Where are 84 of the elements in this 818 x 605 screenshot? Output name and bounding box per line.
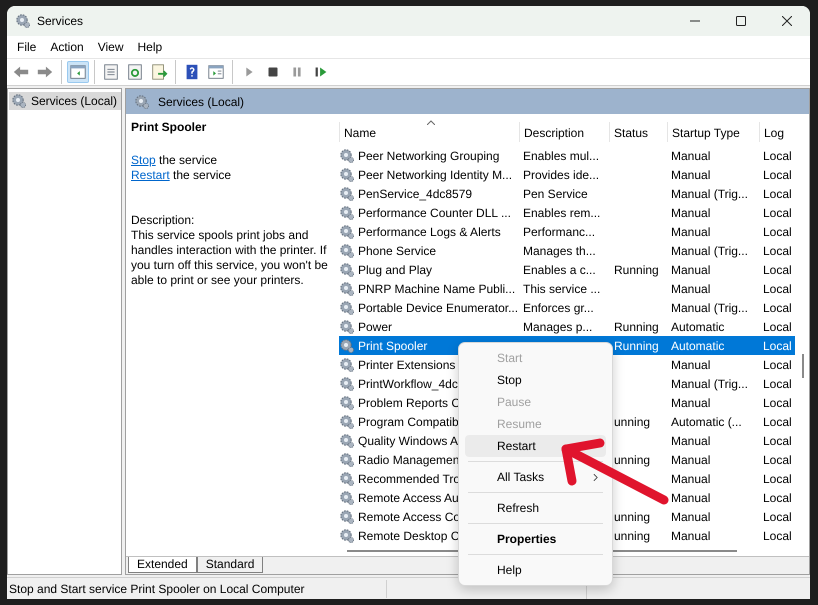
table-cell: Manual — [671, 262, 710, 276]
table-cell: Local — [763, 206, 792, 220]
table-cell: Local — [763, 510, 792, 524]
table-cell: Automatic (... — [671, 414, 742, 428]
table-cell: Local — [763, 490, 792, 504]
table-cell: Local — [763, 396, 792, 410]
table-cell-text: Program Compatib — [358, 414, 459, 430]
table-cell: Manual — [671, 224, 710, 238]
table-cell: unning — [614, 452, 650, 466]
table-cell: Automatic — [671, 320, 724, 334]
table-cell: Local — [763, 338, 792, 352]
table-cell: Local — [763, 358, 792, 372]
table-cell: Running — [614, 320, 659, 334]
table-cell: Manual (Trig... — [671, 186, 748, 200]
table-cell: unning — [614, 510, 650, 524]
table-cell-text: Plug and Play — [358, 262, 432, 278]
table-cell: Manual — [671, 472, 710, 486]
table-cell: This service ... — [523, 282, 600, 296]
table-cell: Performanc... — [523, 224, 596, 238]
table-cell: Enables mul... — [523, 148, 600, 162]
table-cell: Manual (Trig... — [671, 376, 748, 390]
action-text: Stop the service — [131, 153, 218, 168]
table-cell: Local — [763, 224, 792, 238]
table-cell-text: Phone Service — [358, 242, 436, 260]
table-cell-text: Printer Extensions — [358, 356, 456, 374]
table-cell: Local — [763, 528, 792, 542]
table-cell: Running — [614, 262, 659, 276]
status-bar-text: Stop and Start service Print Spooler on Local Computer — [7, 580, 387, 598]
table-cell: unning — [614, 414, 650, 428]
table-cell: Local — [763, 434, 792, 448]
table-cell: Manual — [671, 452, 710, 466]
table-cell-text: PrintWorkflow_4dc — [358, 376, 458, 392]
table-cell: Manual — [671, 490, 710, 504]
table-cell-text: Peer Networking Grouping — [358, 148, 500, 164]
table-cell: unning — [614, 528, 650, 542]
table-cell-text: Quality Windows A — [358, 432, 458, 450]
table-cell-text: Remote Access Au — [358, 490, 459, 506]
table-cell: Enables a c... — [523, 262, 596, 276]
description-text: This service spools print jobs and handles interaction with the printer. If you turn off this service, you won't be able to print or see your printers. — [131, 228, 329, 288]
table-cell: Running — [614, 338, 659, 352]
table-cell: Local — [763, 376, 792, 390]
table-cell: Local — [763, 186, 792, 200]
table-cell-text: PenService_4dc8579 — [358, 186, 472, 202]
service-title: Print Spooler — [131, 120, 208, 135]
table-cell: Local — [763, 148, 792, 162]
table-cell: Provides ide... — [523, 168, 600, 182]
table-cell: Local — [763, 300, 792, 314]
table-cell-text: Performance Counter DLL ... — [358, 204, 511, 222]
table-cell-text: Peer Networking Identity M... — [358, 166, 512, 184]
table-cell-text: Performance Logs & Alerts — [358, 224, 501, 240]
pane-title: Services (Local) — [158, 94, 244, 110]
table-cell: Manual — [671, 396, 710, 410]
table-cell: Manual (Trig... — [671, 244, 748, 258]
table-cell-text: PNRP Machine Name Publi... — [358, 280, 516, 298]
table-cell: Local — [763, 320, 792, 334]
window-title: Services — [37, 13, 84, 30]
table-cell: Automatic — [671, 338, 724, 352]
table-cell: Enforces gr... — [523, 300, 594, 314]
table-cell: Manual — [671, 148, 710, 162]
table-cell: Local — [763, 262, 792, 276]
table-cell: Manual — [671, 510, 710, 524]
table-cell: Local — [763, 244, 792, 258]
action-text: Restart the service — [131, 168, 232, 183]
table-cell: Local — [763, 168, 792, 182]
table-cell: Manages th... — [523, 244, 596, 258]
table-cell: Manual — [671, 528, 710, 542]
table-cell: Manual (Trig... — [671, 300, 748, 314]
description-label: Description: — [131, 213, 196, 228]
table-cell: Manual — [671, 434, 710, 448]
table-cell-text: Radio Managemen — [358, 452, 460, 468]
table-cell: Manages p... — [523, 320, 592, 334]
table-cell-text: Portable Device Enumerator... — [358, 300, 518, 316]
table-cell: Manual — [671, 358, 710, 372]
table-cell-text: Print Spooler — [358, 338, 428, 354]
table-cell: Local — [763, 282, 792, 296]
table-cell-text: Power — [358, 318, 392, 336]
table-cell: Manual — [671, 168, 710, 182]
table-cell: Manual — [671, 206, 710, 220]
table-cell: Local — [763, 472, 792, 486]
table-cell: Local — [763, 414, 792, 428]
table-cell: Enables rem... — [523, 206, 600, 220]
table-cell: Local — [763, 452, 792, 466]
table-cell: Manual — [671, 282, 710, 296]
table-cell: Pen Service — [523, 186, 588, 200]
